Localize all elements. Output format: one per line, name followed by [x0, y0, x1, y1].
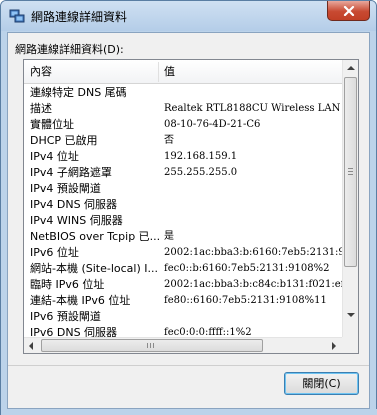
window-title: 網路連線詳細資料: [31, 10, 128, 24]
dialog-window: 網路連線詳細資料 網路連線詳細資料(D): 內容 值 連線特定 DNS 尾碼 描…: [0, 0, 377, 415]
list-header: 內容 值: [24, 60, 344, 84]
list-row[interactable]: IPv6 DNS 伺服器 fec0:0:0:ffff::1%2: [24, 325, 344, 337]
property-name: 連線特定 DNS 尾碼: [30, 86, 127, 99]
grip-line: [348, 171, 353, 172]
property-name: 描述: [30, 102, 52, 115]
grip-line: [348, 168, 353, 169]
list-row[interactable]: IPv4 WINS 伺服器: [24, 213, 344, 229]
property-value: Realtek RTL8188CU Wireless LAN 80: [164, 103, 344, 114]
list-row[interactable]: 連結-本機 IPv6 位址 fe80::6160:7eb5:2131:9108%1…: [24, 293, 344, 309]
scroll-up-arrow-icon[interactable]: [347, 66, 355, 70]
details-list[interactable]: 內容 值 連線特定 DNS 尾碼 描述 Realtek RTL8188CU Wir…: [23, 59, 359, 354]
grip-line: [153, 343, 154, 348]
footer-divider: [8, 365, 369, 366]
list-row[interactable]: 網站-本機 (Site-local) I... fec0::b:6160:7eb5…: [24, 261, 344, 277]
property-name: IPv6 位址: [30, 246, 79, 259]
column-header-value[interactable]: 值: [158, 60, 344, 84]
title-bar[interactable]: 網路連線詳細資料: [1, 1, 376, 31]
property-value: 2002:1ac:bba3:b:c84c:b131:f021:ef0e: [164, 279, 344, 290]
property-value: [164, 309, 344, 325]
section-label: 網路連線詳細資料(D):: [15, 43, 124, 56]
property-value: 否: [164, 135, 174, 146]
property-value: fec0:0:0:ffff::1%2: [164, 327, 252, 337]
list-row[interactable]: IPv4 子網路遮罩 255.255.255.0: [24, 165, 344, 181]
property-name: IPv4 DNS 伺服器: [30, 198, 118, 211]
property-name: NetBIOS over Tcpip 已...: [30, 230, 161, 243]
property-name: IPv6 預設閘道: [30, 310, 101, 323]
list-row[interactable]: IPv4 預設閘道: [24, 181, 344, 197]
property-value: 是: [164, 231, 174, 242]
property-name: IPv4 WINS 伺服器: [30, 214, 123, 227]
property-name: 臨時 IPv6 位址: [30, 278, 105, 291]
property-value: 08-10-76-4D-21-C6: [164, 119, 261, 130]
window-close-button[interactable]: [327, 1, 370, 21]
scroll-down-arrow-icon[interactable]: [347, 313, 355, 317]
property-value: 2002:1ac:bba3:b:6160:7eb5:2131:910: [164, 247, 344, 258]
close-icon: [343, 5, 354, 16]
window-bottom-border: [1, 409, 377, 415]
property-name: 連結-本機 IPv6 位址: [30, 294, 131, 307]
horizontal-scrollbar[interactable]: [24, 337, 344, 353]
list-rows: 連線特定 DNS 尾碼 描述 Realtek RTL8188CU Wireless…: [24, 85, 344, 337]
property-name: DHCP 已啟用: [30, 134, 98, 147]
list-row[interactable]: 臨時 IPv6 位址 2002:1ac:bba3:b:c84c:b131:f021…: [24, 277, 344, 293]
list-row[interactable]: IPv6 位址 2002:1ac:bba3:b:6160:7eb5:2131:91…: [24, 245, 344, 261]
property-name: 網站-本機 (Site-local) I...: [30, 262, 158, 275]
property-value: 192.168.159.1: [164, 151, 238, 162]
close-dialog-button[interactable]: 關閉(C): [284, 372, 359, 395]
property-name: IPv6 DNS 伺服器: [30, 326, 118, 337]
property-value: [164, 85, 344, 101]
property-name: IPv4 子網路遮罩: [30, 166, 112, 179]
network-icon: [9, 9, 25, 23]
list-row[interactable]: 連線特定 DNS 尾碼: [24, 85, 344, 101]
vertical-scroll-thumb[interactable]: [344, 77, 357, 267]
list-row[interactable]: DHCP 已啟用 否: [24, 133, 344, 149]
grip-line: [150, 343, 151, 348]
property-value: [164, 181, 344, 197]
property-value: [164, 197, 344, 213]
list-row[interactable]: IPv4 DNS 伺服器: [24, 197, 344, 213]
property-value: fec0::b:6160:7eb5:2131:9108%2: [164, 263, 330, 274]
scroll-left-arrow-icon[interactable]: [29, 342, 33, 350]
property-value: [164, 213, 344, 229]
column-header-property[interactable]: 內容: [24, 60, 164, 84]
list-row[interactable]: IPv6 預設閘道: [24, 309, 344, 325]
vertical-scrollbar[interactable]: [342, 60, 358, 337]
scrollbar-corner: [342, 337, 358, 353]
property-name: 實體位址: [30, 118, 74, 131]
property-name: IPv4 預設閘道: [30, 182, 101, 195]
property-name: IPv4 位址: [30, 150, 79, 163]
scroll-right-arrow-icon[interactable]: [332, 342, 336, 350]
grip-line: [147, 343, 148, 348]
property-value: fe80::6160:7eb5:2131:9108%11: [164, 295, 327, 306]
list-row[interactable]: 實體位址 08-10-76-4D-21-C6: [24, 117, 344, 133]
grip-line: [348, 174, 353, 175]
property-value: 255.255.255.0: [164, 167, 238, 178]
list-row[interactable]: 描述 Realtek RTL8188CU Wireless LAN 80: [24, 101, 344, 117]
horizontal-scroll-thumb[interactable]: [41, 339, 263, 352]
list-row[interactable]: IPv4 位址 192.168.159.1: [24, 149, 344, 165]
list-row[interactable]: NetBIOS over Tcpip 已... 是: [24, 229, 344, 245]
